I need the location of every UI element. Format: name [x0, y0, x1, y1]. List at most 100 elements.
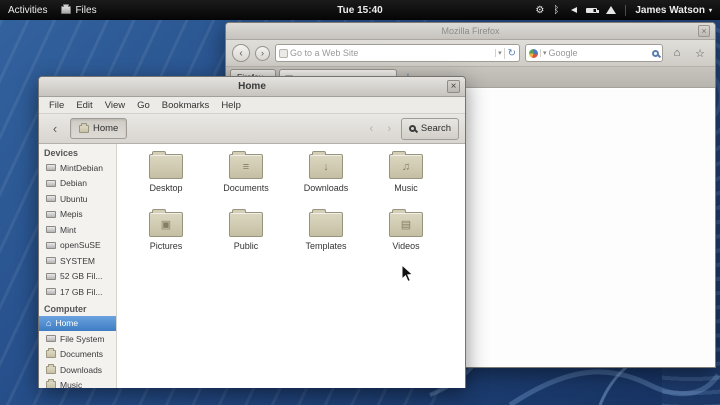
folder-label: Videos [392, 241, 420, 251]
sidebar-item-ubuntu[interactable]: Ubuntu [39, 191, 116, 207]
home-icon: ⌂ [673, 47, 681, 59]
folder-music[interactable]: ♫ Music [366, 151, 446, 206]
menu-go[interactable]: Go [131, 100, 156, 111]
settings-icon[interactable]: ⚙ [535, 5, 544, 16]
sidebar-item-file-system[interactable]: File System [39, 331, 116, 347]
sidebar-item-mintdebian[interactable]: MintDebian [39, 160, 116, 176]
folder-public[interactable]: Public [206, 209, 286, 264]
url-input[interactable] [290, 48, 494, 58]
history-back-button[interactable]: ‹ [365, 123, 378, 135]
search-icon [408, 125, 416, 132]
folder-templates[interactable]: Templates [286, 209, 366, 264]
user-menu[interactable]: James Watson ▾ [625, 4, 712, 16]
videos-emblem-icon: ▤ [400, 219, 412, 231]
sidebar-header-devices: Devices [44, 148, 79, 158]
sidebar-item-mint[interactable]: Mint [39, 222, 116, 238]
back-button[interactable]: ‹ [232, 44, 250, 62]
bookmark-star-icon: ☆ [695, 47, 705, 60]
folder-icon: ♫ [389, 151, 423, 179]
user-name: James Watson [635, 4, 705, 16]
sidebar-item-label: openSuSE [60, 240, 101, 251]
music-emblem-icon: ♫ [401, 160, 411, 173]
search-engine-dropdown-icon[interactable]: ▾ [540, 49, 547, 57]
drive-icon [46, 257, 56, 265]
url-bar[interactable]: ▾ ↻ [275, 44, 520, 62]
firefox-titlebar[interactable]: Mozilla Firefox × [226, 23, 715, 40]
folder-videos[interactable]: ▤ Videos [366, 209, 446, 264]
folder-label: Music [394, 183, 418, 193]
nautilus-titlebar[interactable]: Home × [39, 77, 465, 97]
history-forward-button[interactable]: › [383, 123, 396, 135]
folder-label: Desktop [149, 183, 183, 193]
sidebar-item-label: File System [60, 333, 105, 344]
window-title: Home [238, 81, 266, 92]
reload-icon[interactable]: ↻ [503, 47, 516, 59]
close-icon[interactable]: × [698, 25, 710, 37]
folder-documents[interactable]: ≡ Documents [206, 151, 286, 206]
sidebar-item-label: Home [55, 318, 79, 329]
sidebar-item-label: Documents [60, 349, 103, 360]
folder-icon [46, 379, 56, 388]
sidebar-item-label: Downloads [60, 364, 103, 375]
menu-file[interactable]: File [43, 100, 70, 111]
forward-icon: › [387, 122, 392, 135]
firefox-window-title: Mozilla Firefox [441, 26, 500, 36]
back-icon: ‹ [52, 121, 58, 136]
menu-bookmarks[interactable]: Bookmarks [156, 100, 216, 111]
bookmarks-button[interactable]: ☆ [691, 44, 709, 62]
network-glyph [606, 6, 617, 14]
templates-emblem-icon [310, 213, 342, 236]
folder-downloads[interactable]: ↓ Downloads [286, 151, 366, 206]
sidebar-item-mepis[interactable]: Mepis [39, 207, 116, 223]
drive-icon [46, 226, 56, 234]
home-button[interactable]: ⌂ [668, 44, 686, 62]
folder-icon: ↓ [309, 151, 343, 179]
network-icon[interactable] [606, 6, 617, 14]
folder-pictures[interactable]: ▣ Pictures [126, 209, 206, 264]
sidebar-item-label: 52 GB Fil... [60, 271, 103, 282]
search-go-icon[interactable] [652, 49, 659, 57]
drive-icon [46, 272, 56, 280]
menu-edit[interactable]: Edit [70, 100, 98, 111]
url-dropdown-icon[interactable]: ▾ [495, 49, 502, 57]
folder-label: Public [233, 241, 259, 251]
chevron-down-icon: ▾ [708, 7, 712, 14]
sidebar-item-17gb[interactable]: 17 GB Fil... [39, 284, 116, 300]
search-label: Search [420, 123, 451, 134]
sidebar-item-music[interactable]: Music [39, 378, 116, 388]
sidebar-item-debian[interactable]: Debian [39, 176, 116, 192]
sidebar-item-documents[interactable]: Documents [39, 347, 116, 363]
sidebar-item-label: 17 GB Fil... [60, 286, 103, 297]
home-icon: ⌂ [46, 318, 52, 329]
sidebar-item-home[interactable]: ⌂ Home [39, 315, 116, 331]
folder-desktop[interactable]: Desktop [126, 151, 206, 206]
sidebar-item-52gb[interactable]: 52 GB Fil... [39, 269, 116, 285]
battery-icon[interactable] [586, 7, 600, 13]
drive-icon [46, 164, 56, 172]
sidebar-item-label: Music [60, 380, 83, 388]
back-button[interactable]: ‹ [45, 119, 65, 139]
sidebar-item-opensuse[interactable]: openSuSE [39, 238, 116, 254]
drive-icon [46, 195, 56, 203]
drive-icon [46, 210, 56, 218]
forward-button[interactable]: › [255, 45, 270, 61]
sidebar-item-downloads[interactable]: Downloads [39, 362, 116, 378]
web-search-input[interactable] [548, 48, 650, 58]
sidebar-item-label: MintDebian [60, 162, 103, 173]
breadcrumb-home[interactable]: Home [70, 118, 128, 139]
sidebar-item-label: Mepis [60, 209, 83, 220]
volume-icon[interactable] [568, 7, 578, 13]
close-button[interactable]: × [447, 80, 460, 93]
sidebar-item-label: Mint [60, 224, 77, 235]
folder-label: Documents [223, 183, 269, 193]
web-search-bar[interactable]: ▾ [525, 44, 663, 62]
menu-help[interactable]: Help [215, 100, 247, 111]
drive-icon [46, 179, 56, 187]
sidebar-item-system[interactable]: SYSTEM [39, 253, 116, 269]
menu-view[interactable]: View [99, 100, 131, 111]
sidebar-header-computer: Computer [44, 303, 87, 314]
drive-icon [46, 335, 56, 343]
mouse-cursor [401, 264, 414, 283]
search-button[interactable]: Search [400, 117, 459, 140]
bluetooth-icon[interactable]: ᛒ [553, 5, 559, 16]
